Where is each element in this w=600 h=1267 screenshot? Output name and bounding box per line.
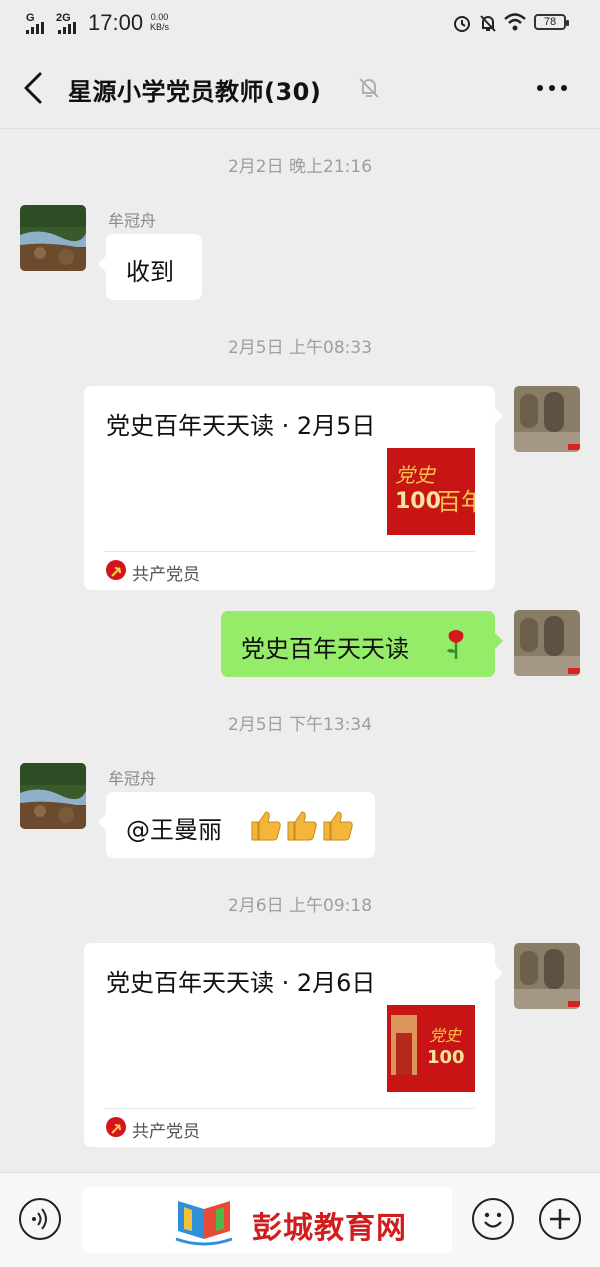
card-thumbnail: 党史 100 [387, 1005, 475, 1092]
message-text: 收到 [126, 258, 174, 286]
status-bar: G 2G 17:00 0.00 KB/s 78 [0, 0, 600, 48]
avatar-sender[interactable] [20, 763, 86, 829]
book-logo-icon [175, 1201, 233, 1246]
message-bubble-received[interactable]: 收到 [98, 234, 202, 300]
message-bubble-sent[interactable]: 党史百年天天读 [221, 611, 503, 677]
wifi-icon [504, 13, 526, 31]
thumbs-up-icon [251, 811, 353, 841]
voice-icon [32, 1208, 47, 1230]
avatar-grottoes-icon [514, 610, 580, 676]
net-speed: 0.00 KB/s [150, 12, 169, 32]
party-history-100-logo: 党史 100 百年 [387, 448, 475, 535]
more-options-icon[interactable] [532, 72, 572, 104]
party-history-100-logo: 党史 100 [387, 1005, 475, 1092]
alarm-icon [454, 16, 470, 32]
sender-name: 牟冠舟 [108, 769, 157, 788]
avatar-grottoes-icon [514, 943, 580, 1009]
voice-button[interactable] [19, 1198, 61, 1240]
input-bar: 彭城教育网 [0, 1172, 600, 1267]
chat-header: 星源小学党员教师(30) [0, 48, 600, 129]
clock: 17:00 [88, 10, 144, 35]
avatar-sender[interactable] [20, 205, 86, 271]
svg-text:百年: 百年 [437, 488, 475, 516]
signal-bars-2-icon [58, 22, 76, 34]
emoji-button[interactable] [472, 1198, 514, 1240]
card-source-name: 共产党员 [132, 565, 200, 585]
card-title: 党史百年天天读 · 2月5日 [106, 412, 376, 440]
battery-indicator: 78 [534, 14, 569, 30]
svg-text:100: 100 [427, 1047, 465, 1068]
avatar-self[interactable] [514, 943, 580, 1009]
avatar-landscape-icon [20, 763, 86, 829]
svg-text:党史: 党史 [429, 1026, 462, 1045]
article-card[interactable]: 党史百年天天读 · 2月6日 党史 100 共产党员 [84, 943, 503, 1147]
card-divider [104, 1108, 475, 1109]
message-timestamp: 2月2日 晚上21:16 [227, 157, 373, 177]
signal-bars-icon [26, 22, 44, 34]
message-timestamp: 2月5日 下午13:34 [227, 715, 373, 735]
message-bubble-received[interactable]: @王曼丽 [98, 792, 375, 858]
party-emblem-icon [106, 1117, 126, 1137]
avatar-self[interactable] [514, 386, 580, 452]
watermark-text: 彭城教育网 [252, 1211, 407, 1246]
message-text: @王曼丽 [126, 816, 222, 844]
more-functions-button[interactable] [539, 1198, 581, 1240]
party-emblem-icon [106, 560, 126, 580]
notifications-off-icon [480, 15, 496, 32]
rose-icon [447, 630, 464, 659]
message-timestamp: 2月5日 上午08:33 [227, 338, 373, 358]
card-title: 党史百年天天读 · 2月6日 [106, 969, 376, 997]
svg-text:党史: 党史 [395, 463, 437, 487]
net-speed-unit: KB/s [150, 22, 170, 32]
message-timestamp: 2月6日 上午09:18 [227, 896, 373, 916]
back-chevron-icon[interactable] [18, 70, 52, 106]
card-source-name: 共产党员 [132, 1122, 200, 1142]
avatar-landscape-icon [20, 205, 86, 271]
article-card[interactable]: 党史百年天天读 · 2月5日 党史 100 百年 共产党员 [84, 386, 503, 590]
sender-name: 牟冠舟 [108, 211, 157, 230]
card-divider [104, 551, 475, 552]
net-speed-value: 0.00 [150, 12, 169, 22]
smiley-icon [484, 1212, 502, 1228]
svg-text:100: 100 [395, 489, 441, 514]
avatar-grottoes-icon [514, 386, 580, 452]
chat-title: 星源小学党员教师(30) [68, 78, 322, 106]
mute-bell-icon [359, 78, 379, 98]
card-thumbnail: 党史 100 百年 [387, 448, 475, 535]
avatar-self[interactable] [514, 610, 580, 676]
plus-icon [550, 1209, 570, 1229]
message-text: 党史百年天天读 [241, 635, 409, 663]
watermark: 彭城教育网 [172, 1189, 432, 1253]
message-input[interactable]: 彭城教育网 [82, 1187, 452, 1253]
